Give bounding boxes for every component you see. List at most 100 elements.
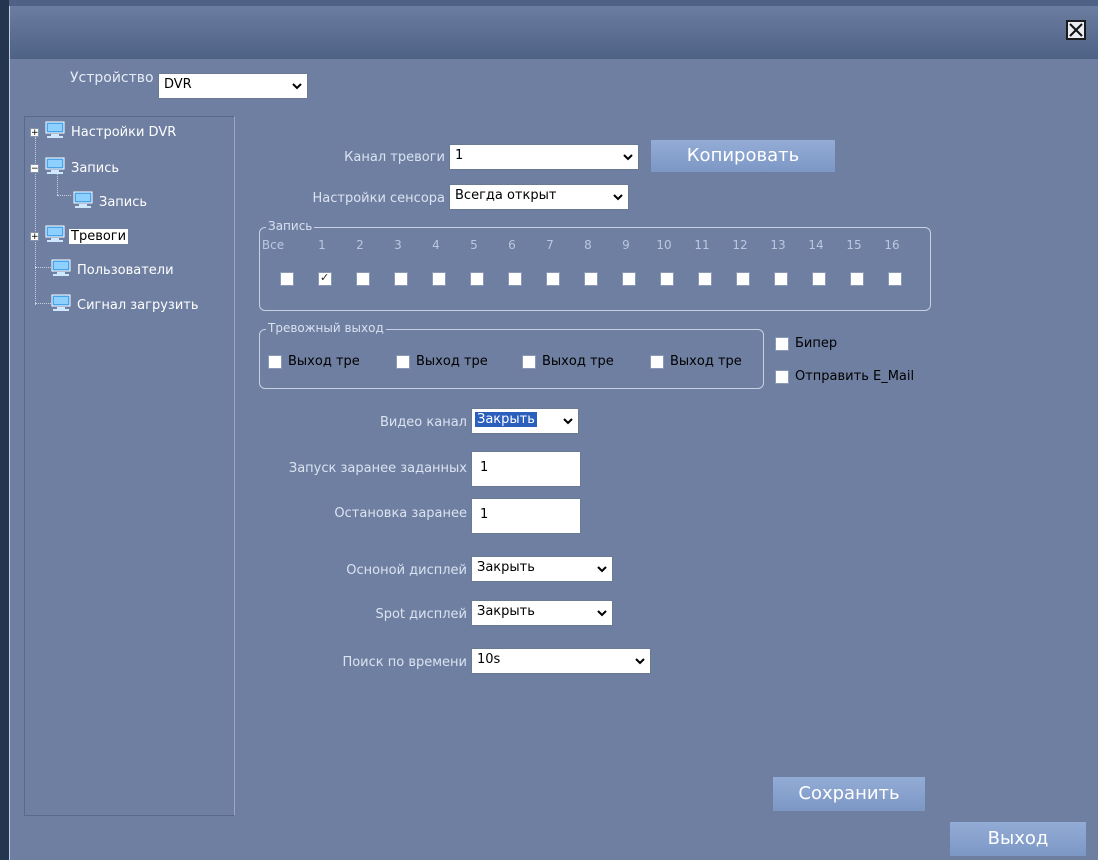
channel-number: 4 (432, 238, 440, 252)
main-display-select[interactable]: Закрыть (471, 556, 613, 582)
expand-icon[interactable]: + (30, 231, 39, 241)
monitor-icon (45, 157, 65, 179)
save-button[interactable]: Сохранить (773, 777, 925, 811)
record-checkbox[interactable] (318, 271, 332, 286)
channel-number: 6 (508, 238, 516, 252)
record-checkbox[interactable] (698, 272, 712, 286)
send-email-checkbox[interactable] (775, 370, 789, 384)
alarm-output-group-title: Тревожный выход (266, 321, 386, 335)
preset-stop-input[interactable]: 1 (471, 498, 581, 534)
video-channel-label: Видео канал (379, 415, 467, 430)
beeper-checkbox[interactable] (775, 337, 789, 351)
main-display-label: Осноной дисплей (346, 563, 467, 578)
exit-button[interactable]: Выход (950, 822, 1086, 856)
sensor-settings-label: Настройки сенсора (312, 191, 445, 206)
channel-number: 14 (808, 238, 824, 252)
channel-number: 7 (546, 238, 554, 252)
main-display-value: Закрыть (477, 560, 535, 575)
spot-display-value: Закрыть (477, 604, 535, 619)
copy-button[interactable]: Копировать (651, 140, 835, 172)
tree-item-label: Запись (71, 160, 120, 176)
channel-number: 15 (846, 238, 862, 252)
tree-item-signal-upload[interactable]: Сигнал загрузить (51, 294, 201, 316)
config-window: Устройство DVR + Настройки DVR − Запись … (9, 6, 1098, 860)
channel-number: 11 (694, 238, 710, 252)
alarm-output-group: Тревожный выход Выход тре Выход тре Выхо… (259, 321, 764, 389)
time-search-select[interactable]: 10s (471, 648, 651, 674)
record-checkbox[interactable] (888, 272, 902, 286)
tree-item-dvr-settings[interactable]: + Настройки DVR (30, 121, 178, 143)
monitor-icon (45, 121, 65, 143)
tree-item-label: Запись (99, 194, 148, 210)
record-checkbox[interactable] (812, 272, 826, 286)
alarm-output-checkbox[interactable] (268, 355, 282, 369)
chevron-down-icon (592, 601, 612, 625)
sensor-settings-select[interactable]: Всегда открыт (449, 184, 629, 210)
channel-number: 16 (884, 238, 900, 252)
alarm-channel-select[interactable]: 1 (449, 144, 639, 170)
chevron-down-icon (618, 145, 638, 169)
chevron-down-icon (592, 557, 612, 581)
record-checkbox[interactable] (508, 272, 522, 286)
record-checkbox[interactable] (660, 272, 674, 286)
record-checkbox[interactable] (394, 272, 408, 286)
preset-start-label: Запуск заранее заданных (288, 461, 467, 476)
time-search-label: Поиск по времени (342, 655, 467, 670)
send-email-label: Отправить E_Mail (795, 369, 915, 384)
record-checkbox[interactable] (622, 272, 636, 286)
record-checkbox[interactable] (546, 272, 560, 286)
close-icon[interactable] (1066, 20, 1086, 40)
record-checkbox[interactable] (850, 272, 864, 286)
navigation-tree: + Настройки DVR − Запись Запись + Тревог… (24, 116, 235, 816)
chevron-down-icon (558, 409, 578, 433)
record-group: Запись Все 1 2 3 4 5 6 7 8 9 10 11 12 13… (259, 219, 931, 311)
device-select[interactable]: DVR (158, 73, 308, 99)
background-strip (0, 0, 9, 860)
channel-number: 10 (656, 238, 672, 252)
spot-display-label: Spot дисплей (375, 607, 467, 622)
channel-number: 2 (356, 238, 364, 252)
beeper-label: Бипер (795, 336, 838, 351)
tree-item-label: Сигнал загрузить (77, 297, 199, 313)
spot-display-select[interactable]: Закрыть (471, 600, 613, 626)
tree-item-record-child[interactable]: Запись (73, 191, 149, 213)
chevron-down-icon (608, 185, 628, 209)
expand-icon[interactable]: + (30, 127, 39, 137)
tree-item-label: Настройки DVR (71, 124, 177, 140)
monitor-icon (51, 294, 71, 316)
monitor-icon (73, 191, 93, 213)
record-checkbox-all[interactable] (280, 272, 294, 286)
tree-item-record[interactable]: − Запись (30, 157, 121, 179)
alarm-output-checkbox[interactable] (522, 355, 536, 369)
title-bar (10, 6, 1098, 59)
record-checkbox[interactable] (432, 272, 446, 286)
alarm-output-label: Выход тре (416, 354, 488, 369)
alarm-settings-panel: Канал тревоги 1 Копировать Настройки сен… (235, 114, 1098, 816)
preset-stop-label: Остановка заранее (334, 506, 467, 521)
alarm-output-label: Выход тре (670, 354, 742, 369)
record-checkbox[interactable] (356, 272, 370, 286)
channel-number: 9 (622, 238, 630, 252)
alarm-output-label: Выход тре (288, 354, 360, 369)
record-group-title: Запись (266, 219, 315, 233)
channel-number: 13 (770, 238, 786, 252)
chevron-down-icon (630, 649, 650, 673)
tree-item-alarms[interactable]: + Тревоги (30, 225, 129, 247)
record-checkbox[interactable] (470, 272, 484, 286)
record-checkbox[interactable] (736, 272, 750, 286)
alarm-output-checkbox[interactable] (650, 355, 664, 369)
video-channel-value: Закрыть (475, 412, 537, 427)
record-checkbox[interactable] (584, 272, 598, 286)
video-channel-select[interactable]: Закрыть (471, 408, 579, 434)
time-search-value: 10s (477, 652, 501, 667)
collapse-icon[interactable]: − (30, 163, 39, 173)
alarm-output-checkbox[interactable] (396, 355, 410, 369)
monitor-icon (45, 225, 65, 247)
record-checkbox[interactable] (774, 272, 788, 286)
device-label: Устройство (70, 70, 154, 86)
tree-item-users[interactable]: Пользователи (51, 259, 176, 281)
channel-number: 8 (584, 238, 592, 252)
preset-start-input[interactable]: 1 (471, 451, 581, 487)
alarm-output-label: Выход тре (542, 354, 614, 369)
channel-number: 3 (394, 238, 402, 252)
